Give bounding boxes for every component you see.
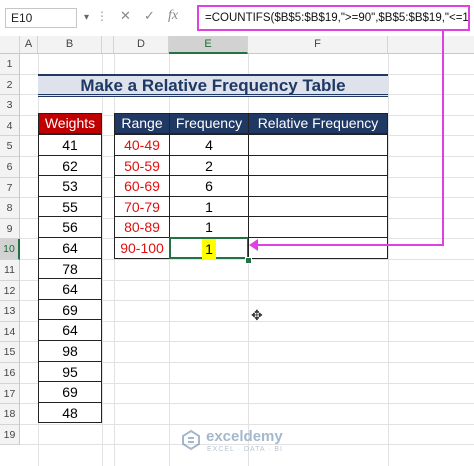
formula-buttons: ✕ ✓ fx xyxy=(110,8,194,28)
watermark-tagline: EXCEL · DATA · BI xyxy=(207,446,283,453)
column-header-e[interactable]: E xyxy=(169,36,248,54)
row-header-13[interactable]: 13 xyxy=(0,301,20,322)
row-header-16[interactable]: 16 xyxy=(0,363,20,384)
row-header-9[interactable]: 9 xyxy=(0,218,20,240)
frequency-cell[interactable]: 1 xyxy=(169,216,249,238)
row-header-18[interactable]: 18 xyxy=(0,404,20,425)
relative-frequency-cell[interactable] xyxy=(248,154,388,177)
weight-cell[interactable]: 69 xyxy=(38,298,102,321)
weight-cell[interactable]: 64 xyxy=(38,237,102,259)
fill-handle[interactable] xyxy=(245,257,252,264)
weight-cell[interactable]: 41 xyxy=(38,134,102,156)
row-header-19[interactable]: 19 xyxy=(0,424,20,446)
row-header-14[interactable]: 14 xyxy=(0,321,20,343)
weight-cell[interactable]: 78 xyxy=(38,257,102,280)
relative-frequency-header[interactable]: Relative Frequency xyxy=(248,113,388,134)
column-header-a[interactable]: A xyxy=(20,36,38,54)
callout-arrow-head-icon xyxy=(249,239,258,251)
row-header-5[interactable]: 5 xyxy=(0,136,20,157)
relative-frequency-cell[interactable] xyxy=(248,175,388,197)
frequency-cell[interactable]: 6 xyxy=(169,175,249,197)
weight-cell[interactable]: 64 xyxy=(38,319,102,341)
frequency-header[interactable]: Frequency xyxy=(169,113,249,134)
drag-handle-icon[interactable]: ⋮ xyxy=(96,9,108,23)
weights-header[interactable]: Weights xyxy=(38,113,102,134)
row-header-2[interactable]: 2 xyxy=(0,74,20,96)
weight-cell[interactable]: 62 xyxy=(38,154,102,177)
row-header-6[interactable]: 6 xyxy=(0,157,20,178)
relative-frequency-cell[interactable] xyxy=(248,216,388,238)
column-header-c[interactable] xyxy=(102,36,114,54)
enter-icon[interactable]: ✓ xyxy=(144,8,155,24)
highlighted-value: 1 xyxy=(202,239,216,260)
weight-cell[interactable]: 64 xyxy=(38,278,102,300)
select-all-corner[interactable] xyxy=(0,36,20,54)
cell-cursor-icon: ✥ xyxy=(251,307,263,323)
name-box-dropdown-icon[interactable]: ▾ xyxy=(84,12,89,23)
weight-cell[interactable]: 48 xyxy=(38,401,102,424)
column-header-d[interactable]: D xyxy=(114,36,169,54)
frequency-cell[interactable]: 2 xyxy=(169,154,249,177)
range-header[interactable]: Range xyxy=(114,113,170,134)
range-cell[interactable]: 40-49 xyxy=(114,134,170,156)
watermark-name: exceldemy xyxy=(206,428,283,445)
weight-cell[interactable]: 56 xyxy=(38,216,102,238)
column-header-g[interactable] xyxy=(388,36,474,54)
range-cell[interactable]: 60-69 xyxy=(114,175,170,197)
relative-frequency-cell[interactable] xyxy=(248,237,388,259)
weight-cell[interactable]: 95 xyxy=(38,360,102,383)
formula-toolbar: E10 ▾ ⋮ ✕ ✓ fx =COUNTIFS($B$5:$B$19,">=9… xyxy=(0,0,474,36)
weight-cell[interactable]: 53 xyxy=(38,175,102,197)
watermark: exceldemy EXCEL · DATA · BI xyxy=(180,425,320,457)
frequency-cell[interactable]: 1 xyxy=(169,195,249,218)
callout-line-horizontal xyxy=(255,244,444,246)
row-header-10[interactable]: 10 xyxy=(0,239,20,260)
row-header-4[interactable]: 4 xyxy=(0,115,20,137)
row-header-12[interactable]: 12 xyxy=(0,280,20,302)
row-header-7[interactable]: 7 xyxy=(0,177,20,199)
range-cell[interactable]: 70-79 xyxy=(114,195,170,218)
weight-cell[interactable]: 69 xyxy=(38,381,102,403)
formula-input[interactable]: =COUNTIFS($B$5:$B$19,">=90",$B$5:$B$19,"… xyxy=(197,5,470,31)
frequency-cell[interactable]: 4 xyxy=(169,134,249,156)
relative-frequency-cell[interactable] xyxy=(248,195,388,218)
relative-frequency-cell[interactable] xyxy=(248,134,388,156)
exceldemy-logo-icon xyxy=(182,429,200,451)
selected-frequency-cell[interactable]: 1 xyxy=(169,237,249,260)
sheet-title: Make a Relative Frequency Table xyxy=(38,74,388,97)
row-header-8[interactable]: 8 xyxy=(0,198,20,219)
weight-cell[interactable]: 98 xyxy=(38,340,102,362)
range-cell[interactable]: 80-89 xyxy=(114,216,170,238)
row-header-17[interactable]: 17 xyxy=(0,383,20,405)
name-box[interactable]: E10 xyxy=(5,8,77,28)
row-header-15[interactable]: 15 xyxy=(0,342,20,363)
range-cell[interactable]: 90-100 xyxy=(114,237,170,259)
row-header-1[interactable]: 1 xyxy=(0,54,20,75)
insert-function-icon[interactable]: fx xyxy=(168,8,178,24)
column-header-f[interactable]: F xyxy=(248,36,388,54)
column-header-b[interactable]: B xyxy=(38,36,102,54)
callout-line-vertical xyxy=(442,31,444,245)
row-header-11[interactable]: 11 xyxy=(0,260,20,281)
row-header-3[interactable]: 3 xyxy=(0,95,20,116)
range-cell[interactable]: 50-59 xyxy=(114,154,170,177)
cancel-icon[interactable]: ✕ xyxy=(120,8,131,24)
weight-cell[interactable]: 55 xyxy=(38,195,102,218)
